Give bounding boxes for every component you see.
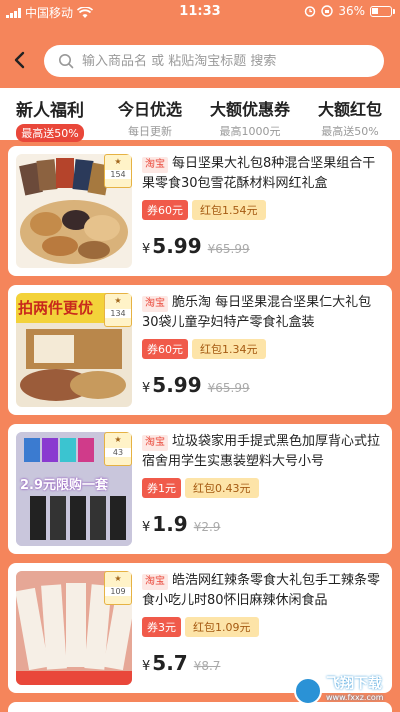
bestseller-badge: ★ 134 <box>104 293 132 327</box>
watermark-text: 飞翔下载 www.fxxz.com <box>326 677 384 705</box>
product-image: ★ 109 <box>16 571 132 685</box>
tab-title: 新人福利 <box>16 101 84 121</box>
back-arrow-icon[interactable] <box>8 48 32 72</box>
product-info: 淘宝 垃圾袋家用手提式黑色加厚背心式拉宿舍用学生实惠装塑料大号小号 券1元 红包0… <box>142 432 382 536</box>
original-price: ¥65.99 <box>207 381 250 395</box>
price-row: ¥ 1.9 ¥2.9 <box>142 512 382 536</box>
product-title-text: 垃圾袋家用手提式黑色加厚背心式拉宿舍用学生实惠装塑料大号小号 <box>142 434 381 469</box>
product-title-text: 脆乐淘 每日坚果混合坚果仁大礼包30袋儿童孕妇特产零食礼盒装 <box>142 295 372 330</box>
battery-icon <box>370 5 395 17</box>
tab-big-coupons[interactable]: 大额优惠券 最高1000元 <box>200 88 300 140</box>
red-packet-tag: 红包1.34元 <box>192 339 266 359</box>
tab-subtitle: 最高1000元 <box>219 125 281 138</box>
currency-symbol: ¥ <box>142 381 151 396</box>
tab-title: 大额优惠券 <box>209 100 290 119</box>
tab-big-red-packets[interactable]: 大额红包 最高送50% <box>300 88 400 140</box>
bestseller-badge: ★ 43 <box>104 432 132 466</box>
watermark-title: 飞翔下载 <box>326 676 382 692</box>
bestseller-badge: ★ 109 <box>104 571 132 605</box>
tab-new-user-benefits[interactable]: 新人福利 最高送50% <box>0 88 100 142</box>
currency-symbol: ¥ <box>142 242 151 257</box>
status-bar: 中国移动 11:33 36% <box>0 0 400 24</box>
current-price: 5.99 <box>152 234 202 258</box>
product-title: 淘宝 垃圾袋家用手提式黑色加厚背心式拉宿舍用学生实惠装塑料大号小号 <box>142 432 382 472</box>
image-promo-text: 2.9元限购一套 <box>20 478 109 493</box>
original-price: ¥2.9 <box>193 520 221 534</box>
battery-percent: 36% <box>338 4 365 18</box>
tab-subtitle: 最高送50% <box>321 125 379 138</box>
product-info: 淘宝 皓浩网红辣条零食大礼包手工辣条零食小吃儿时80怀旧麻辣休闲食品 券3元 红包… <box>142 571 382 675</box>
platform-tag: 淘宝 <box>142 296 168 312</box>
tab-subtitle: 最高送50% <box>16 124 84 142</box>
original-price: ¥65.99 <box>207 242 250 256</box>
original-price: ¥8.7 <box>193 659 221 673</box>
tab-title: 今日优选 <box>117 100 182 119</box>
platform-tag: 淘宝 <box>142 435 168 451</box>
product-image: ★ 154 <box>16 154 132 268</box>
currency-symbol: ¥ <box>142 520 151 535</box>
platform-tag: 淘宝 <box>142 574 168 590</box>
product-title: 淘宝 皓浩网红辣条零食大礼包手工辣条零食小吃儿时80怀旧麻辣休闲食品 <box>142 571 382 611</box>
red-packet-tag: 红包1.54元 <box>192 200 266 220</box>
status-right: 36% <box>304 4 395 18</box>
product-card[interactable]: 2.9元限购一套 ★ 43 淘宝 垃圾袋家用手提式黑色加厚背心式拉宿舍用学生实惠装塑… <box>8 424 392 554</box>
tab-daily-picks[interactable]: 今日优选 每日更新 <box>100 88 200 140</box>
watermark: 飞翔下载 www.fxxz.com <box>294 674 392 708</box>
product-card[interactable]: 拍两件更优 ★ 134 淘宝 脆乐淘 每日坚果混合坚果仁大礼包30袋儿童孕妇特产零食… <box>8 285 392 415</box>
product-card[interactable]: ★ 154 淘宝 每日坚果大礼包8种混合坚果组合干果零食30包雪花酥材料网红礼盒 券… <box>8 146 392 276</box>
badge-number: 154 <box>105 170 131 179</box>
red-packet-tag: 红包0.43元 <box>185 478 259 498</box>
lock-rotation-icon <box>321 5 334 17</box>
red-packet-tag: 红包1.09元 <box>185 617 259 637</box>
promo-tags: 券3元 红包1.09元 <box>142 617 382 637</box>
coupon-tag: 券3元 <box>142 617 181 637</box>
price-row: ¥ 5.99 ¥65.99 <box>142 373 382 397</box>
category-tabs: 新人福利 最高送50% 今日优选 每日更新 大额优惠券 最高1000元 大额红包… <box>0 88 400 142</box>
search-input[interactable] <box>82 53 362 69</box>
badge-number: 43 <box>105 448 131 457</box>
tab-subtitle: 每日更新 <box>128 125 172 138</box>
tab-title: 大额红包 <box>317 100 382 119</box>
product-title: 淘宝 脆乐淘 每日坚果混合坚果仁大礼包30袋儿童孕妇特产零食礼盒装 <box>142 293 382 333</box>
product-title-text: 皓浩网红辣条零食大礼包手工辣条零食小吃儿时80怀旧麻辣休闲食品 <box>142 573 381 608</box>
alarm-icon <box>305 6 316 17</box>
search-bar[interactable] <box>44 45 384 77</box>
product-info: 淘宝 每日坚果大礼包8种混合坚果组合干果零食30包雪花酥材料网红礼盒 券60元 红… <box>142 154 382 258</box>
image-promo-text: 拍两件更优 <box>18 299 94 317</box>
coupon-tag: 券60元 <box>142 200 188 220</box>
badge-number: 134 <box>105 309 131 318</box>
bestseller-badge: ★ 154 <box>104 154 132 188</box>
badge-number: 109 <box>105 587 131 596</box>
product-image: 2.9元限购一套 ★ 43 <box>16 432 132 546</box>
price-row: ¥ 5.7 ¥8.7 <box>142 651 382 675</box>
current-price: 1.9 <box>152 512 188 536</box>
promo-tags: 券60元 红包1.54元 <box>142 200 382 220</box>
promo-tags: 券1元 红包0.43元 <box>142 478 382 498</box>
coupon-tag: 券1元 <box>142 478 181 498</box>
current-price: 5.7 <box>152 651 188 675</box>
price-row: ¥ 5.99 ¥65.99 <box>142 234 382 258</box>
currency-symbol: ¥ <box>142 659 151 674</box>
watermark-sub: www.fxxz.com <box>326 693 384 702</box>
product-title-text: 每日坚果大礼包8种混合坚果组合干果零食30包雪花酥材料网红礼盒 <box>142 156 376 191</box>
watermark-logo-icon <box>294 677 322 705</box>
promo-tags: 券60元 红包1.34元 <box>142 339 382 359</box>
coupon-tag: 券60元 <box>142 339 188 359</box>
search-icon <box>59 54 74 69</box>
product-title: 淘宝 每日坚果大礼包8种混合坚果组合干果零食30包雪花酥材料网红礼盒 <box>142 154 382 194</box>
product-image: 拍两件更优 ★ 134 <box>16 293 132 407</box>
current-price: 5.99 <box>152 373 202 397</box>
platform-tag: 淘宝 <box>142 157 168 173</box>
product-info: 淘宝 脆乐淘 每日坚果混合坚果仁大礼包30袋儿童孕妇特产零食礼盒装 券60元 红包… <box>142 293 382 397</box>
